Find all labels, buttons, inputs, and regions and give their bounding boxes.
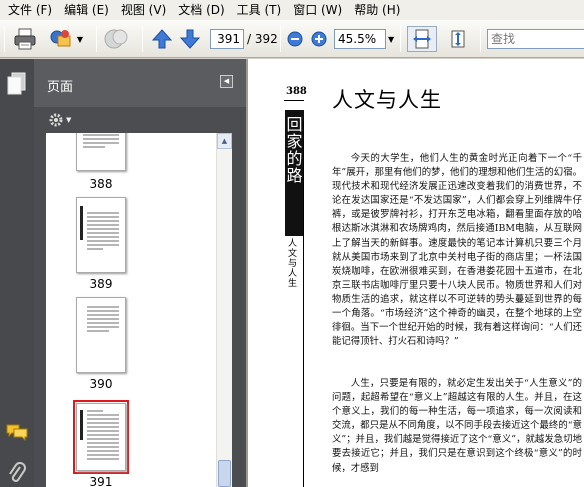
menu-window[interactable]: 窗口 (W) — [287, 0, 348, 20]
page-thumbnail-selected[interactable] — [76, 403, 126, 471]
menu-tools[interactable]: 工具 (T) — [231, 0, 288, 20]
fit-page-button[interactable] — [443, 26, 473, 52]
attachments-panel-button[interactable] — [8, 461, 28, 485]
fit-page-icon — [451, 30, 465, 48]
collaborate-button[interactable]: ▼ — [46, 26, 86, 52]
chapter-title: 人文与人生 — [332, 88, 442, 112]
arrow-down-icon — [179, 29, 201, 49]
menu-bar: 文件 (F) 编辑 (E) 视图 (V) 文档 (D) 工具 (T) 窗口 (W… — [0, 0, 584, 20]
toolbar: ▼ 391 / 392 45.5% ▼ 查找 — [0, 20, 584, 58]
toolbar-separator — [280, 26, 281, 52]
gear-icon — [49, 113, 63, 127]
print-button[interactable] — [10, 26, 40, 52]
toolbar-separator — [400, 26, 401, 52]
thumbnail-label: 391 — [89, 475, 113, 487]
pages-panel-button[interactable] — [4, 69, 30, 99]
toolbar-separator — [142, 26, 143, 52]
options-button[interactable]: ▼ — [48, 111, 76, 129]
fit-width-icon — [413, 29, 431, 49]
panel-frame — [34, 133, 46, 487]
document-page: 388 回家的路 人文与人生 人文与人生 今天的大学生，他们人生的黄金时光正向着… — [248, 59, 584, 487]
running-title: 人文与人生 — [288, 239, 298, 289]
panel-frame — [232, 133, 246, 487]
review-icon — [104, 29, 128, 49]
body-paragraph: 人生，只要是有限的，就必定生发出关于“人生意义”的问题，起超希望在“意义上”超越… — [332, 378, 582, 474]
navigation-rail — [0, 59, 34, 487]
thumbnail-label: 390 — [89, 377, 113, 391]
scrollbar-thumb[interactable] — [218, 460, 231, 487]
thumbnail-label: 389 — [89, 277, 113, 291]
thumbnail-label: 388 — [89, 177, 113, 191]
zoom-out-button[interactable] — [286, 26, 304, 52]
toolbar-separator — [4, 26, 5, 52]
pages-icon — [7, 72, 26, 95]
printer-icon — [14, 28, 36, 50]
search-input[interactable]: 查找 — [487, 29, 584, 49]
zoom-level-select[interactable]: 45.5% — [334, 29, 386, 49]
chevron-down-icon: ▼ — [76, 34, 84, 44]
comments-panel-button[interactable] — [6, 423, 28, 445]
toolbar-separator — [480, 26, 481, 52]
menu-file[interactable]: 文件 (F) — [2, 0, 58, 20]
panel-options-bar: ▼ — [34, 107, 246, 133]
menu-document[interactable]: 文档 (D) — [172, 0, 230, 20]
previous-page-button[interactable] — [150, 26, 174, 52]
page-thumbnails: 388 389 390 391 — [46, 133, 216, 487]
panel-title: 页面 — [47, 80, 74, 95]
comments-icon — [6, 424, 28, 442]
triangle-left-icon: ◀ — [223, 77, 230, 85]
section-block-text: 回家的路 — [286, 115, 303, 185]
paperclip-icon — [9, 462, 26, 482]
arrow-up-icon — [151, 29, 173, 49]
chevron-down-icon[interactable]: ▼ — [388, 35, 394, 44]
menu-edit[interactable]: 编辑 (E) — [58, 0, 115, 20]
page-number: 388 — [286, 86, 307, 97]
total-pages-label: / 392 — [247, 32, 278, 46]
fit-width-button[interactable] — [407, 26, 437, 52]
collapse-panel-button[interactable]: ◀ — [220, 75, 233, 88]
header-rule — [284, 100, 304, 101]
page-thumbnail[interactable] — [76, 297, 126, 373]
section-block: 回家的路 — [285, 110, 304, 236]
zoom-in-icon — [311, 31, 327, 47]
collaborate-icon — [50, 30, 71, 47]
page-thumbnail[interactable] — [76, 197, 126, 273]
menu-view[interactable]: 视图 (V) — [115, 0, 172, 20]
toolbar-separator — [96, 26, 97, 52]
body-paragraph: 今天的大学生，他们人生的黄金时光正向着下一个“千年”展开，那里有他们的梦，他们的… — [332, 153, 582, 348]
next-page-button[interactable] — [178, 26, 202, 52]
zoom-in-button[interactable] — [310, 26, 328, 52]
page-thumbnail[interactable] — [76, 133, 126, 171]
margin-line — [303, 121, 304, 487]
menu-help[interactable]: 帮助 (H) — [348, 0, 406, 20]
scroll-up-button[interactable]: ▲ — [217, 133, 232, 149]
pages-panel-header: 页面 ◀ — [34, 59, 246, 107]
review-button[interactable] — [102, 26, 132, 52]
page-number-input[interactable]: 391 — [210, 29, 244, 49]
chevron-down-icon: ▼ — [66, 116, 72, 124]
zoom-out-icon — [287, 31, 303, 47]
thumbnail-scrollbar[interactable]: ▲ — [216, 133, 232, 487]
